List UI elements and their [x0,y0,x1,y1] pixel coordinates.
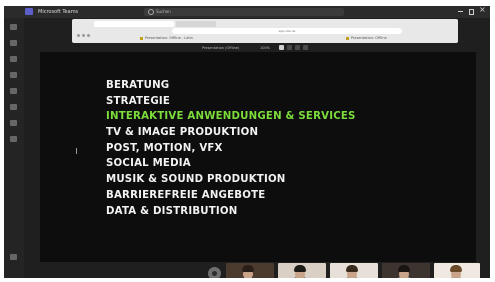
participant-video-tile[interactable] [278,263,326,278]
address-bar[interactable]: app.site.de [172,28,402,34]
teams-app-rail [4,18,24,278]
browser-tab[interactable] [94,21,174,27]
presentation-toolbar: Presentation (Offline) 100% [194,44,324,52]
slide-list-item: MUSIK & SOUND PRODUKTION [106,174,286,186]
close-button[interactable] [478,6,486,16]
highlighter-tool-icon[interactable] [295,45,300,50]
slide-list-item: STRATEGIE [106,95,171,107]
minimize-button[interactable] [456,7,464,16]
participant-video-tile[interactable] [330,263,378,278]
chat-icon[interactable] [10,40,17,46]
eraser-tool-icon[interactable] [303,45,308,50]
pen-tool-icon[interactable] [287,45,292,50]
bookmark-icon [346,36,349,40]
slide-cursor-marker [76,148,77,154]
bookmark-icon [140,36,143,40]
slide-list-item-highlighted: INTERAKTIVE ANWENDUNGEN & SERVICES [106,111,356,123]
search-input[interactable]: Suchen [144,8,344,16]
bookmark-item[interactable]: Presentation: Offline [346,35,387,41]
zoom-level: 100% [260,46,271,50]
search-icon [148,9,154,15]
more-apps-icon[interactable] [10,136,17,142]
help-icon[interactable] [10,254,17,260]
teams-icon[interactable] [10,56,17,62]
raise-hand-icon[interactable] [208,267,221,278]
address-bar-url: app.site.de [278,29,296,33]
participant-video-tile[interactable] [226,263,274,278]
bookmarks-bar: Presentation: Offline - Latin Presentati… [78,35,450,41]
teams-window: Microsoft Teams Suchen app.site.de Prese… [4,6,490,278]
maximize-button[interactable] [467,7,475,16]
participant-video-tile[interactable] [434,263,480,278]
teams-logo-icon [25,8,33,15]
search-placeholder: Suchen [156,9,171,14]
app-title: Microsoft Teams [38,9,79,15]
bookmark-item[interactable]: Presentation: Offline - Latin [140,35,193,41]
slide-list-item: BERATUNG [106,80,170,91]
calendar-icon[interactable] [10,72,17,78]
slide-list-item: POST, MOTION, VFX [106,142,223,154]
slide-list-item: BARRIEREFREIE ANGEBOTE [106,189,266,201]
teams-title-bar: Microsoft Teams Suchen [4,6,490,18]
participant-video-tile[interactable] [382,263,430,278]
apps-icon[interactable] [10,120,17,126]
slide-list-item: DATA & DISTRIBUTION [106,205,238,217]
slide-list-item: SOCIAL MEDIA [106,158,191,170]
pointer-tool-icon[interactable] [279,45,284,50]
presentation-label: Presentation (Offline) [202,46,240,50]
files-icon[interactable] [10,104,17,110]
browser-tab[interactable] [176,21,216,27]
activity-icon[interactable] [10,24,17,30]
calls-icon[interactable] [10,88,17,94]
slide-list-item: TV & IMAGE PRODUKTION [106,127,259,139]
slide-service-list: BERATUNG STRATEGIE INTERAKTIVE ANWENDUNGEN… [106,78,356,219]
shared-browser-window: app.site.de Presentation: Offline - Lati… [72,19,458,43]
